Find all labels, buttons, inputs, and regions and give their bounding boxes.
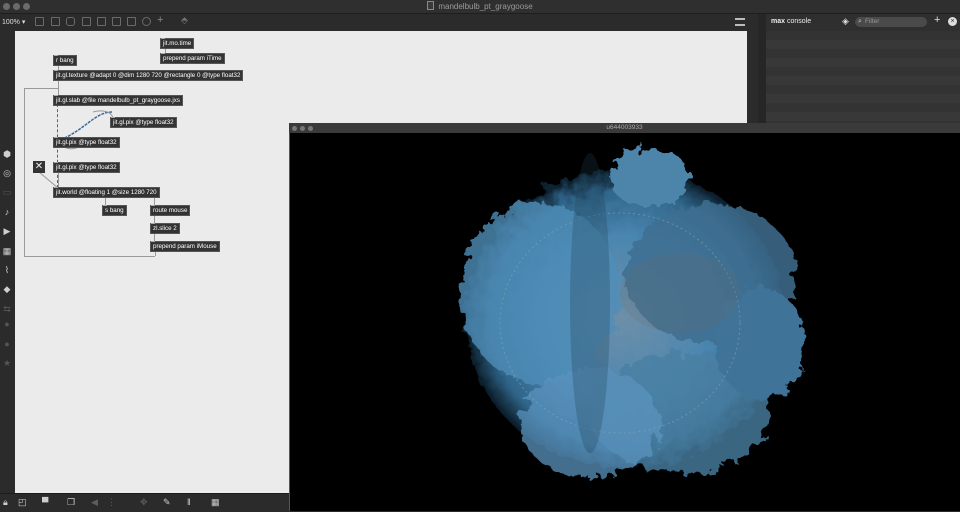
- new-object-icon[interactable]: [35, 17, 44, 26]
- paint-icon[interactable]: ⬘: [181, 15, 188, 26]
- clear-console-icon[interactable]: ×: [948, 17, 957, 26]
- comment-icon[interactable]: ▀: [42, 497, 48, 507]
- patch-cord-loop: [24, 88, 25, 256]
- object-jit-gl-pix-3[interactable]: jit.gl.pix @type float32: [53, 162, 120, 173]
- console-row: [766, 58, 960, 67]
- object-r-bang[interactable]: r bang: [53, 55, 77, 66]
- render-window-title: u644003933: [606, 124, 643, 131]
- console-row: [766, 76, 960, 85]
- object-jit-world[interactable]: jit.world @floating 1 @size 1280 720: [53, 187, 160, 198]
- grid-icon[interactable]: ⋮: [107, 497, 116, 508]
- object-s-bang[interactable]: s bang: [102, 205, 127, 216]
- object-jit-gl-texture[interactable]: jit.gl.texture @adapt 0 @dim 1280 720 @r…: [53, 70, 244, 81]
- number-object-icon[interactable]: [112, 17, 121, 26]
- windows-icon[interactable]: ❐: [67, 497, 75, 508]
- console-row: [766, 112, 960, 121]
- toggle-object[interactable]: ✕: [33, 161, 45, 173]
- object-jit-gl-slab[interactable]: jit.gl.slab @file mandelbulb_pt_graygoos…: [53, 95, 183, 106]
- cube-icon[interactable]: ⬢: [2, 149, 12, 159]
- grid-view-icon[interactable]: ▦: [211, 497, 220, 508]
- menu-icon[interactable]: [735, 18, 745, 26]
- toggle-object-icon[interactable]: [97, 17, 106, 26]
- paperclip-icon[interactable]: ⌇: [2, 265, 12, 275]
- document-icon: [427, 1, 435, 10]
- object-zl-slice[interactable]: zl.slice 2: [150, 223, 180, 234]
- object-jit-gl-pix-1[interactable]: jit.gl.pix @type float32: [110, 117, 177, 128]
- info-icon[interactable]: ●: [2, 319, 12, 329]
- button-object-icon[interactable]: [82, 17, 91, 26]
- wrench-icon[interactable]: ✎: [163, 497, 171, 508]
- patch-cord: [154, 233, 155, 241]
- diamond-icon[interactable]: ◈: [842, 16, 849, 27]
- object-jit-mo-time[interactable]: jit.mo.time: [160, 38, 195, 49]
- add-object-icon[interactable]: +: [157, 14, 163, 26]
- search-icon: ⌕: [858, 18, 862, 25]
- patch-cord-loop: [24, 256, 155, 257]
- video-icon[interactable]: ▶: [2, 226, 12, 236]
- new-message-icon[interactable]: [51, 17, 60, 26]
- panel-icon[interactable]: ▭: [2, 187, 12, 197]
- lock-icon[interactable]: 🔒︎: [3, 497, 8, 508]
- mixer-icon[interactable]: ‖: [187, 497, 191, 507]
- link-icon[interactable]: ⇆: [2, 304, 12, 314]
- package-icon[interactable]: ◆: [2, 284, 12, 294]
- console-title: max console: [771, 18, 812, 25]
- object-prepend-itime[interactable]: prepend param iTime: [160, 53, 225, 64]
- console-row: [766, 40, 960, 49]
- patch-cord: [58, 79, 59, 96]
- object-route-mouse[interactable]: route mouse: [150, 205, 191, 216]
- audio-icon[interactable]: ◀: [91, 497, 98, 508]
- add-icon[interactable]: +: [934, 14, 940, 26]
- sidebar-divider[interactable]: [758, 14, 766, 124]
- left-sidebar: [0, 31, 15, 493]
- new-comment-icon[interactable]: [66, 17, 75, 26]
- image-icon[interactable]: ▦: [2, 246, 12, 256]
- zoom-menu[interactable]: 100% ▾: [2, 18, 25, 26]
- dial-object-icon[interactable]: [142, 17, 151, 26]
- fractal-render: [460, 148, 805, 478]
- presentation-icon[interactable]: ◰: [18, 497, 27, 508]
- globe-icon[interactable]: ●: [2, 339, 12, 349]
- debug-icon[interactable]: ✥: [140, 497, 148, 508]
- target-icon[interactable]: ◎: [2, 168, 12, 178]
- star-icon[interactable]: ★: [2, 358, 12, 368]
- console-row: [766, 94, 960, 103]
- slider-object-icon[interactable]: [127, 17, 136, 26]
- window-title: mandelbulb_pt_graygoose: [0, 0, 960, 13]
- object-prepend-imouse[interactable]: prepend param iMouse: [150, 241, 220, 252]
- patch-cord-loop: [24, 88, 58, 89]
- object-jit-gl-pix-2[interactable]: jit.gl.pix @type float32: [53, 137, 120, 148]
- render-window[interactable]: [289, 123, 960, 511]
- console-filter-input[interactable]: ⌕ Filter: [855, 17, 927, 27]
- music-note-icon[interactable]: ♪: [2, 207, 12, 217]
